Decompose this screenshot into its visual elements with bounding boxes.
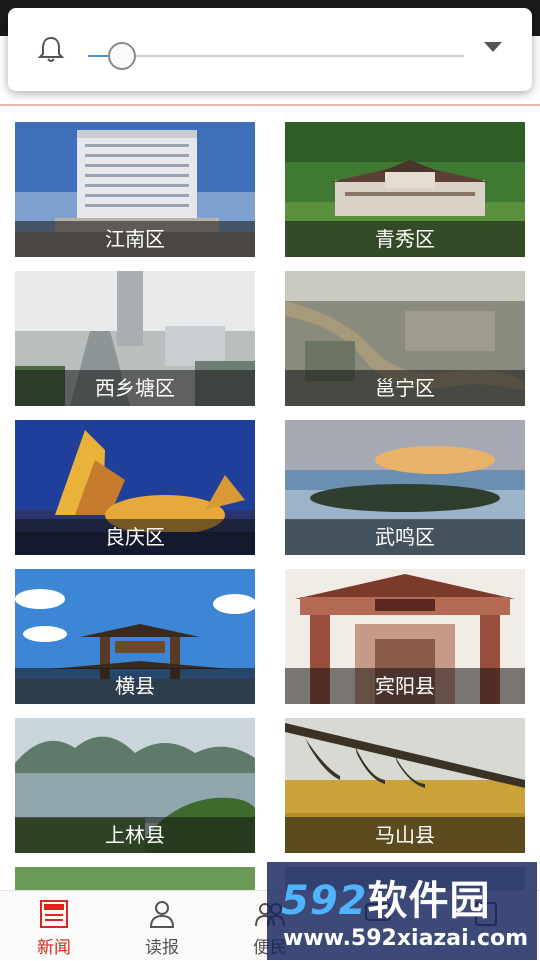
district-label: 宾阳县	[285, 668, 525, 704]
district-label: 邕宁区	[285, 370, 525, 406]
district-tile[interactable]: 江南区	[15, 122, 255, 257]
district-label: 江南区	[15, 221, 255, 257]
district-tile[interactable]: 上林县	[15, 718, 255, 853]
district-tile[interactable]: 武鸣区	[285, 420, 525, 555]
bell-icon[interactable]	[36, 34, 66, 64]
district-label: 横县	[15, 668, 255, 704]
volume-slider-thumb[interactable]	[107, 42, 136, 70]
district-tile[interactable]: 良庆区	[15, 420, 255, 555]
district-label: 青秀区	[285, 221, 525, 257]
district-tile[interactable]: 横县	[15, 569, 255, 704]
nav-reader-label: 读报	[145, 938, 179, 958]
district-label: 武鸣区	[285, 519, 525, 555]
district-tile[interactable]: 邕宁区	[285, 271, 525, 406]
district-tile[interactable]: 宾阳县	[285, 569, 525, 704]
district-tile-partial[interactable]	[15, 867, 255, 891]
nav-reader[interactable]: 读报	[108, 891, 216, 961]
district-tile[interactable]: 马山县	[285, 718, 525, 853]
watermark-url: www.592xiazai.com	[283, 926, 529, 951]
watermark-logo: 592软件园	[281, 878, 491, 924]
news-icon	[40, 900, 68, 928]
district-tile[interactable]: 青秀区	[285, 122, 525, 257]
watermark: 592软件园 www.592xiazai.com	[267, 862, 537, 960]
district-label: 马山县	[285, 817, 525, 853]
volume-slider[interactable]	[88, 42, 464, 70]
chevron-down-icon[interactable]	[484, 42, 502, 52]
district-label: 西乡塘区	[15, 370, 255, 406]
nav-news[interactable]: 新闻	[0, 891, 108, 961]
reader-icon	[149, 901, 175, 928]
district-tile[interactable]: 西乡塘区	[15, 271, 255, 406]
district-label: 上林县	[15, 817, 255, 853]
nav-news-label: 新闻	[37, 938, 71, 958]
notification-volume-popup	[8, 8, 532, 91]
district-label: 良庆区	[15, 519, 255, 555]
